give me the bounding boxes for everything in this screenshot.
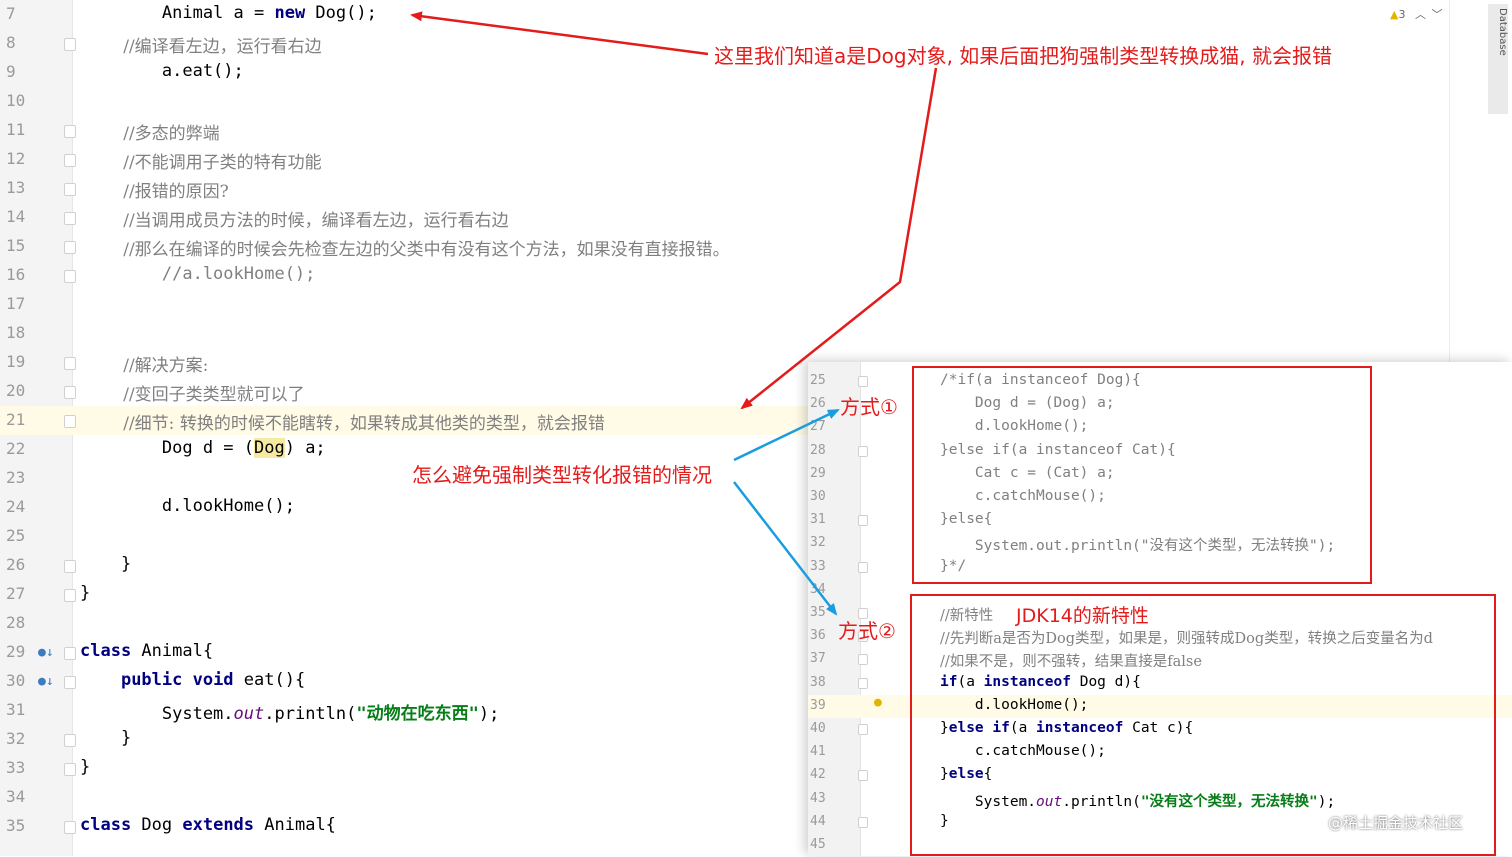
arrow-to-method1: [733, 408, 840, 462]
jdk14-annotation: JDK14的新特性: [1016, 605, 1149, 627]
middle-annotation: 怎么避免强制类型转化报错的情况: [412, 463, 712, 487]
annotation-arrows: [410, 11, 938, 616]
watermark: @稀土掘金技术社区: [1328, 814, 1464, 832]
top-annotation: 这里我们知道a是Dog对象, 如果后面把狗强制类型转换成猫, 就会报错: [714, 44, 1333, 68]
method1-label: 方式①: [840, 395, 898, 419]
arrow-to-new-dog: [410, 11, 709, 56]
arrow-to-line-21: [740, 67, 938, 410]
arrow-to-method2: [733, 481, 838, 616]
method2-label: 方式②: [838, 619, 896, 643]
